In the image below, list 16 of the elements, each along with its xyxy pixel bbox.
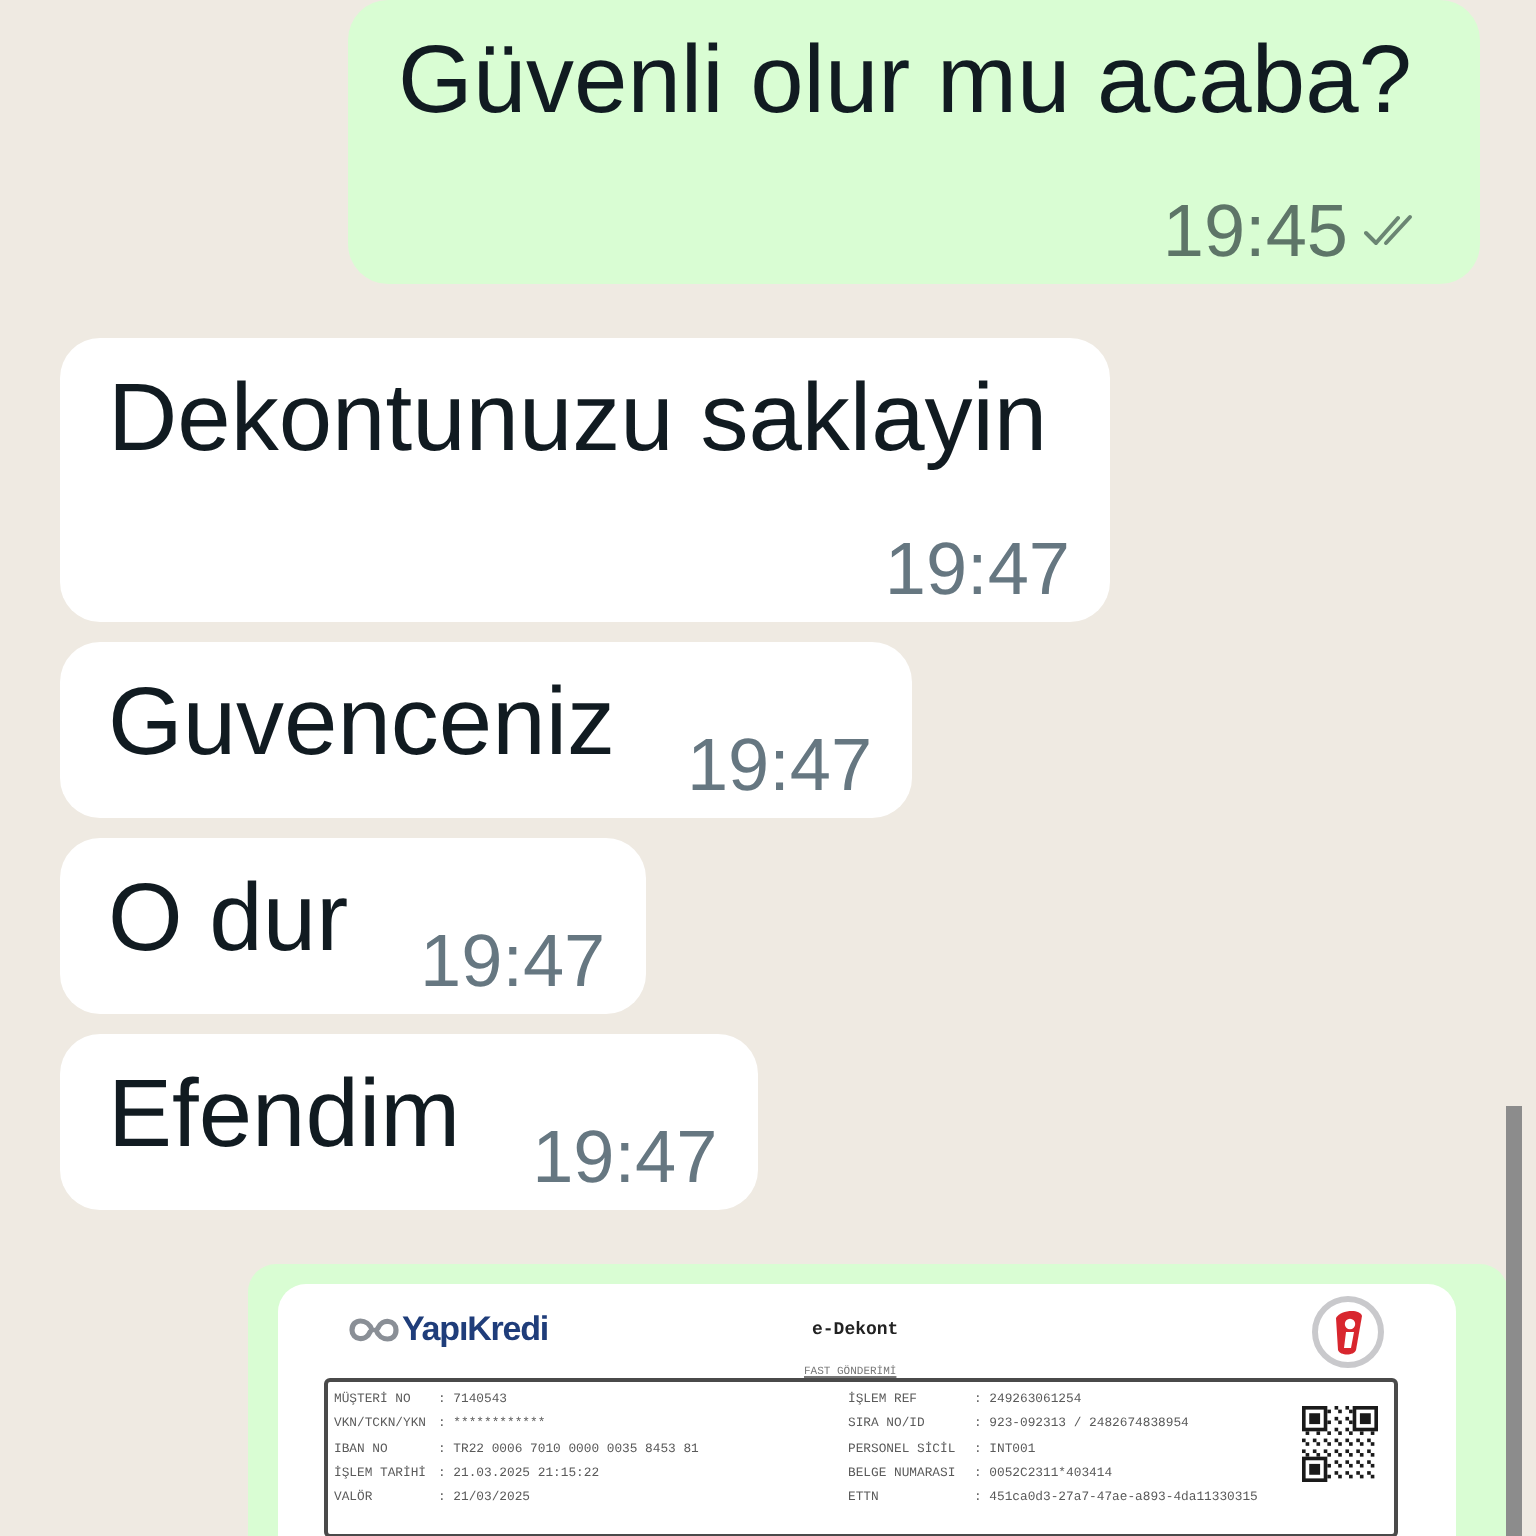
document-title: e-Dekont — [812, 1320, 899, 1340]
circular-emblem-icon — [1312, 1296, 1384, 1368]
message-time: 19:47 — [420, 920, 606, 1004]
message-text: Guvenceniz — [108, 668, 615, 780]
message-text: Efendim — [108, 1060, 461, 1172]
message-text: Güvenli olur mu acaba? — [398, 26, 1412, 138]
scrollbar-thumb[interactable] — [1506, 1106, 1522, 1536]
message-time: 19:47 — [532, 1116, 718, 1200]
message-text: O dur — [108, 864, 349, 976]
qr-code-icon — [1302, 1406, 1378, 1482]
bank-name: YapıKredi — [402, 1310, 549, 1350]
message-time: 19:47 — [884, 528, 1070, 612]
message-text: Dekontunuzu saklayin — [108, 364, 1048, 476]
swirl-logo-icon — [348, 1314, 400, 1346]
message-time: 19:45 — [1162, 190, 1348, 274]
message-time: 19:47 — [686, 724, 873, 808]
